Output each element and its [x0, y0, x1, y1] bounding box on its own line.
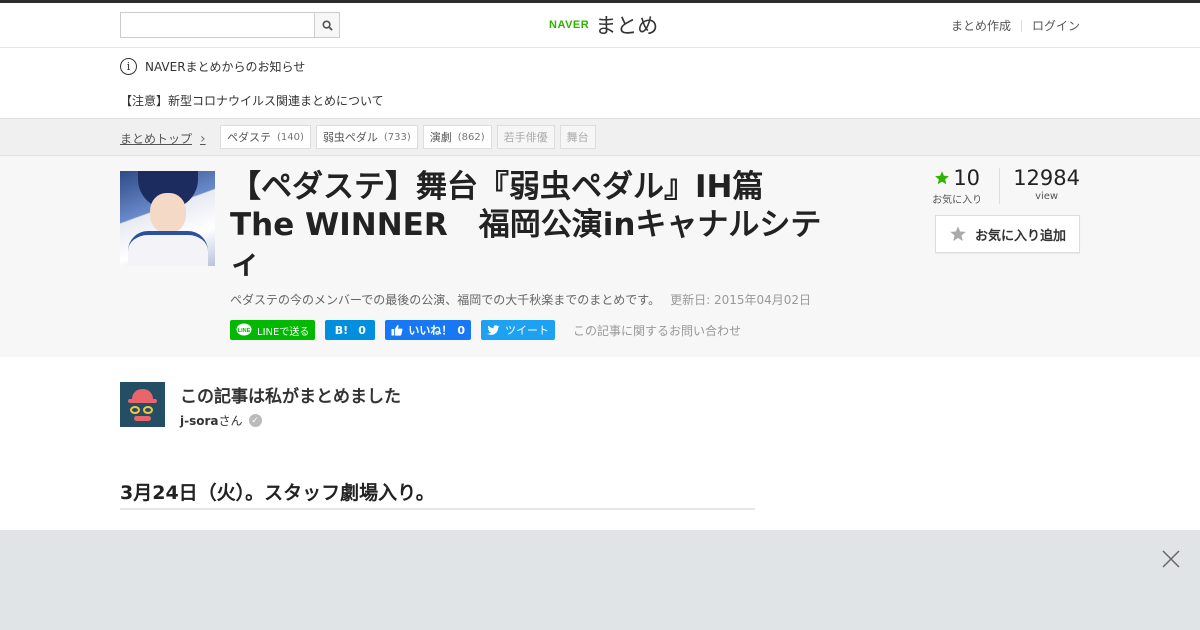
- line-icon: LINE: [236, 323, 252, 336]
- search-input[interactable]: [121, 13, 315, 37]
- hatena-count: 0: [358, 323, 366, 337]
- author-name: j-sora: [180, 414, 219, 428]
- tweet-label: ツイート: [504, 324, 549, 337]
- thumb-jersey: [128, 231, 208, 266]
- svg-text:LINE: LINE: [238, 328, 251, 334]
- line-share-button[interactable]: LINE LINEで送る: [230, 320, 316, 340]
- avatar-hat-brim: [128, 399, 157, 403]
- search-icon: [321, 19, 333, 31]
- add-favorite-label: お気に入り追加: [974, 228, 1066, 244]
- favorite-count: 10: [953, 166, 981, 190]
- divider: [1020, 19, 1022, 32]
- notice-label: NAVERまとめからのお知らせ: [145, 60, 306, 74]
- tag-label: 若手俳優: [503, 131, 548, 144]
- inquiry-link[interactable]: この記事に関するお問い合わせ: [573, 322, 741, 339]
- notice-link[interactable]: 【注意】新型コロナウイルス関連まとめについて: [120, 92, 384, 109]
- header-links: まとめ作成 ログイン: [951, 17, 1080, 34]
- tag-wakate-haiyu[interactable]: 若手俳優: [496, 125, 555, 149]
- login-link[interactable]: ログイン: [1032, 17, 1080, 34]
- star-icon: [935, 171, 950, 185]
- site-logo[interactable]: NAVER まとめ: [549, 11, 658, 39]
- hatena-icon: B!: [334, 323, 349, 337]
- add-favorite-button[interactable]: お気に入り追加: [935, 215, 1080, 253]
- view-count: 12984: [1013, 166, 1080, 190]
- updated-date: 更新日: 2015年04月02日: [670, 293, 812, 307]
- article-thumbnail[interactable]: [120, 171, 215, 266]
- twitter-bird-icon: [486, 324, 500, 335]
- tag-pedaste[interactable]: ペダステ (140): [220, 125, 311, 149]
- favorite-stat: 10 お気に入り: [932, 166, 982, 206]
- notice-bar: i NAVERまとめからのお知らせ: [120, 58, 305, 75]
- article-header: 【ペダステ】舞台『弱虫ペダル』IH篇 The WINNER 福岡公演inキャナル…: [0, 156, 1200, 357]
- hatena-bookmark-button[interactable]: B! 0: [325, 320, 376, 340]
- close-icon[interactable]: [1162, 550, 1180, 568]
- logo-matome: まとめ: [595, 14, 659, 38]
- facebook-like-button[interactable]: いいね！ 0: [385, 320, 471, 340]
- search-box: [120, 12, 340, 38]
- view-stat: 12984 view: [1013, 166, 1080, 202]
- favorite-label: お気に入り: [932, 195, 983, 206]
- thumbs-up-icon: [391, 324, 403, 336]
- avatar-glass-left: [130, 406, 140, 414]
- facebook-like-label: いいね！: [408, 324, 453, 337]
- tag-label: 舞台: [566, 131, 589, 144]
- tag-label: 演劇: [429, 131, 452, 144]
- view-label: view: [1035, 191, 1059, 202]
- article-description: ペダステの今のメンバーでの最後の公演、福岡での大千秋楽までのまとめです。: [230, 293, 661, 307]
- chevron-right-icon: ›: [200, 130, 206, 147]
- avatar-glass-right: [143, 406, 153, 414]
- star-outline-icon: [950, 226, 966, 241]
- logo-naver: NAVER: [549, 19, 590, 31]
- thumb-face: [150, 193, 186, 233]
- article-title: 【ペダステ】舞台『弱虫ペダル』IH篇 The WINNER 福岡公演inキャナル…: [230, 169, 822, 281]
- author-heading: この記事は私がまとめました: [180, 387, 401, 407]
- share-buttons: LINE LINEで送る B! 0 いいね！ 0 ツイート この記事に関するお問…: [230, 320, 741, 340]
- author-name-row: j-soraさん ✓: [180, 412, 262, 429]
- ad-overlay: [0, 530, 1200, 630]
- facebook-like-count: 0: [457, 323, 465, 337]
- tweet-button[interactable]: ツイート: [480, 320, 555, 340]
- tag-list: ペダステ (140) 弱虫ペダル (733) 演劇 (862) 若手俳優 舞台: [220, 125, 596, 149]
- breadcrumb-top[interactable]: まとめトップ ›: [120, 130, 206, 147]
- content-heading: 3月24日（火）。スタッフ劇場入り。: [120, 478, 755, 510]
- tag-engeki[interactable]: 演劇 (862): [422, 125, 492, 149]
- avatar-mustache: [134, 416, 151, 421]
- breadcrumb-label: まとめトップ: [120, 132, 193, 146]
- verified-check-icon: ✓: [248, 414, 262, 427]
- author-name-text[interactable]: j-soraさん: [180, 412, 243, 429]
- stats-divider: [999, 168, 1001, 204]
- info-icon: i: [120, 58, 137, 75]
- tag-butai[interactable]: 舞台: [559, 125, 596, 149]
- author-avatar[interactable]: [120, 382, 165, 427]
- line-share-label: LINEで送る: [257, 326, 310, 338]
- create-matome-link[interactable]: まとめ作成: [951, 17, 1011, 34]
- header: NAVER まとめ まとめ作成 ログイン: [0, 3, 1200, 48]
- tag-yowamushi-pedal[interactable]: 弱虫ペダル (733): [315, 125, 418, 149]
- author-suffix: さん: [218, 414, 243, 428]
- tag-count: (862): [457, 131, 485, 143]
- tag-count: (140): [277, 131, 304, 143]
- tag-label: ペダステ: [227, 131, 271, 144]
- tag-count: (733): [383, 131, 411, 143]
- tag-label: 弱虫ペダル: [322, 131, 378, 144]
- article-description-row: ペダステの今のメンバーでの最後の公演、福岡での大千秋楽までのまとめです。 更新日…: [230, 291, 811, 308]
- tag-bar: まとめトップ › ペダステ (140) 弱虫ペダル (733) 演劇 (862) 若手…: [0, 118, 1200, 156]
- article-stats: 10 お気に入り 12984 view: [932, 166, 1080, 206]
- search-button[interactable]: [314, 13, 339, 37]
